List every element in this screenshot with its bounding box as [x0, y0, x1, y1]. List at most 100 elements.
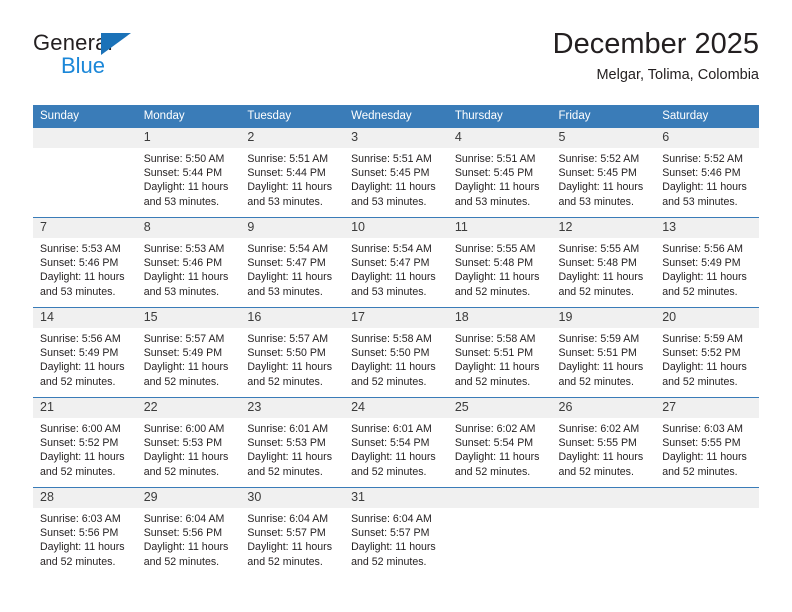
calendar-day-cell[interactable]: 6 Sunrise: 5:52 AM Sunset: 5:46 PM Daylight…: [655, 128, 759, 218]
calendar-day-cell[interactable]: 20 Sunrise: 5:59 AM Sunset: 5:52 PM Dayligh…: [655, 307, 759, 398]
daylight-text-line1: Daylight: 11 hours: [40, 541, 125, 554]
calendar-day-cell[interactable]: 18 Sunrise: 5:58 AM Sunset: 5:51 PM Dayligh…: [447, 307, 552, 398]
calendar-day-cell[interactable]: 30 Sunrise: 6:04 AM Sunset: 5:57 PM Dayligh…: [240, 487, 345, 577]
logo-triangle-icon: [101, 33, 131, 55]
sunrise-text: Sunrise: 5:54 AM: [247, 243, 329, 255]
calendar-week-row: 21 Sunrise: 6:00 AM Sunset: 5:52 PM Dayligh…: [33, 397, 759, 488]
daylight-text-line1: Daylight: 11 hours: [351, 181, 436, 194]
calendar-day-cell[interactable]: 9 Sunrise: 5:54 AM Sunset: 5:47 PM Daylight…: [240, 217, 345, 308]
day-sun-info: Sunrise: 5:52 AM Sunset: 5:45 PM Daylight:…: [552, 148, 656, 209]
day-sun-info: Sunrise: 5:54 AM Sunset: 5:47 PM Daylight:…: [344, 238, 448, 299]
daylight-text-line2: and 53 minutes.: [454, 195, 531, 208]
calendar-empty-cell: [551, 487, 656, 577]
sunset-text: Sunset: 5:50 PM: [247, 347, 326, 360]
day-sun-info: Sunrise: 6:04 AM Sunset: 5:57 PM Daylight:…: [344, 508, 448, 569]
sunset-text: Sunset: 5:48 PM: [454, 257, 534, 270]
calendar-day-cell[interactable]: 10 Sunrise: 5:54 AM Sunset: 5:47 PM Dayligh…: [344, 217, 448, 308]
daylight-text-line1: Daylight: 11 hours: [40, 361, 125, 374]
day-sun-info: Sunrise: 5:52 AM Sunset: 5:46 PM Daylight:…: [655, 148, 759, 209]
calendar-day-cell[interactable]: 28 Sunrise: 6:03 AM Sunset: 5:56 PM Dayligh…: [33, 487, 137, 577]
day-sun-info: Sunrise: 5:59 AM Sunset: 5:51 PM Daylight:…: [552, 328, 656, 389]
sunrise-text: Sunrise: 6:01 AM: [351, 423, 432, 435]
calendar-day-cell[interactable]: 7 Sunrise: 5:53 AM Sunset: 5:46 PM Daylight…: [33, 217, 137, 308]
sunrise-text: Sunrise: 5:52 AM: [558, 153, 640, 165]
weekday-header-sunday: Sunday: [33, 105, 137, 128]
daylight-text-line2: and 52 minutes.: [454, 375, 531, 388]
day-sun-info: Sunrise: 6:00 AM Sunset: 5:53 PM Daylight:…: [137, 418, 241, 479]
calendar-day-cell[interactable]: 31 Sunrise: 6:04 AM Sunset: 5:57 PM Dayligh…: [344, 487, 448, 577]
day-sun-info: Sunrise: 5:58 AM Sunset: 5:51 PM Daylight:…: [448, 328, 552, 389]
day-number: [551, 488, 656, 508]
sunset-text: Sunset: 5:55 PM: [558, 437, 637, 450]
day-number: 5: [551, 128, 656, 148]
calendar-empty-cell: [33, 128, 137, 218]
day-number: 31: [344, 488, 448, 508]
daylight-text-line1: Daylight: 11 hours: [662, 451, 747, 464]
calendar-day-cell[interactable]: 2 Sunrise: 5:51 AM Sunset: 5:44 PM Daylight…: [240, 128, 345, 218]
daylight-text-line1: Daylight: 11 hours: [454, 271, 540, 284]
day-sun-info: Sunrise: 6:01 AM Sunset: 5:53 PM Daylight:…: [240, 418, 344, 479]
sunset-text: Sunset: 5:48 PM: [558, 257, 637, 270]
sunset-text: Sunset: 5:45 PM: [558, 167, 637, 180]
sunrise-text: Sunrise: 6:02 AM: [454, 423, 536, 435]
daylight-text-line1: Daylight: 11 hours: [247, 451, 333, 464]
calendar-week-row: 1 Sunrise: 5:50 AM Sunset: 5:44 PM Daylight…: [33, 128, 759, 218]
daylight-text-line1: Daylight: 11 hours: [247, 271, 333, 284]
calendar-day-cell[interactable]: 4 Sunrise: 5:51 AM Sunset: 5:45 PM Daylight…: [447, 128, 552, 218]
calendar-day-cell[interactable]: 24 Sunrise: 6:01 AM Sunset: 5:54 PM Dayligh…: [344, 397, 448, 488]
sunrise-text: Sunrise: 5:56 AM: [40, 333, 121, 345]
daylight-text-line2: and 53 minutes.: [558, 195, 634, 208]
calendar-day-cell[interactable]: 16 Sunrise: 5:57 AM Sunset: 5:50 PM Dayligh…: [240, 307, 345, 398]
day-number: [447, 488, 552, 508]
calendar-day-cell[interactable]: 21 Sunrise: 6:00 AM Sunset: 5:52 PM Dayligh…: [33, 397, 137, 488]
calendar-day-cell[interactable]: 29 Sunrise: 6:04 AM Sunset: 5:56 PM Dayligh…: [136, 487, 241, 577]
calendar-week-row: 28 Sunrise: 6:03 AM Sunset: 5:56 PM Dayligh…: [33, 487, 759, 577]
calendar-day-cell[interactable]: 19 Sunrise: 5:59 AM Sunset: 5:51 PM Dayligh…: [551, 307, 656, 398]
calendar-day-cell[interactable]: 17 Sunrise: 5:58 AM Sunset: 5:50 PM Dayligh…: [344, 307, 448, 398]
daylight-text-line1: Daylight: 11 hours: [558, 451, 644, 464]
calendar-day-cell[interactable]: 25 Sunrise: 6:02 AM Sunset: 5:54 PM Dayligh…: [447, 397, 552, 488]
day-sun-info: Sunrise: 5:56 AM Sunset: 5:49 PM Daylight:…: [33, 328, 137, 389]
sunrise-text: Sunrise: 6:04 AM: [143, 513, 225, 525]
calendar-day-cell[interactable]: 13 Sunrise: 5:56 AM Sunset: 5:49 PM Dayligh…: [655, 217, 759, 308]
sunset-text: Sunset: 5:49 PM: [143, 347, 223, 360]
daylight-text-line1: Daylight: 11 hours: [143, 361, 229, 374]
calendar-day-cell[interactable]: 1 Sunrise: 5:50 AM Sunset: 5:44 PM Daylight…: [136, 128, 241, 218]
day-number: 20: [655, 308, 759, 328]
daylight-text-line1: Daylight: 11 hours: [662, 361, 747, 374]
calendar-day-cell[interactable]: 11 Sunrise: 5:55 AM Sunset: 5:48 PM Dayligh…: [447, 217, 552, 308]
day-sun-info: Sunrise: 5:59 AM Sunset: 5:52 PM Daylight:…: [655, 328, 759, 389]
calendar-day-cell[interactable]: 15 Sunrise: 5:57 AM Sunset: 5:49 PM Dayligh…: [136, 307, 241, 398]
calendar-day-cell[interactable]: 3 Sunrise: 5:51 AM Sunset: 5:45 PM Daylight…: [344, 128, 448, 218]
calendar-day-cell[interactable]: 23 Sunrise: 6:01 AM Sunset: 5:53 PM Dayligh…: [240, 397, 345, 488]
sunset-text: Sunset: 5:55 PM: [662, 437, 741, 450]
calendar-day-cell[interactable]: 14 Sunrise: 5:56 AM Sunset: 5:49 PM Dayligh…: [33, 307, 137, 398]
sunrise-text: Sunrise: 5:53 AM: [143, 243, 225, 255]
calendar-day-cell[interactable]: 26 Sunrise: 6:02 AM Sunset: 5:55 PM Dayligh…: [551, 397, 656, 488]
day-number: 4: [447, 128, 552, 148]
calendar-day-cell[interactable]: 8 Sunrise: 5:53 AM Sunset: 5:46 PM Daylight…: [136, 217, 241, 308]
sunrise-text: Sunrise: 6:00 AM: [143, 423, 225, 435]
logo-text-blue: Blue: [61, 53, 106, 78]
day-sun-info: Sunrise: 5:55 AM Sunset: 5:48 PM Daylight:…: [448, 238, 552, 299]
weekday-header-friday: Friday: [551, 105, 656, 128]
day-sun-info: Sunrise: 5:51 AM Sunset: 5:45 PM Daylight:…: [448, 148, 552, 209]
day-number: 23: [240, 398, 345, 418]
daylight-text-line1: Daylight: 11 hours: [247, 181, 333, 194]
calendar-day-cell[interactable]: 22 Sunrise: 6:00 AM Sunset: 5:53 PM Dayligh…: [136, 397, 241, 488]
calendar-empty-cell: [655, 487, 759, 577]
calendar-day-cell[interactable]: 12 Sunrise: 5:55 AM Sunset: 5:48 PM Dayligh…: [551, 217, 656, 308]
day-number: 21: [33, 398, 137, 418]
day-number: 7: [33, 218, 137, 238]
daylight-text-line2: and 52 minutes.: [558, 465, 634, 478]
daylight-text-line1: Daylight: 11 hours: [454, 181, 540, 194]
daylight-text-line1: Daylight: 11 hours: [143, 451, 229, 464]
day-sun-info: Sunrise: 5:50 AM Sunset: 5:44 PM Daylight:…: [137, 148, 241, 209]
sunset-text: Sunset: 5:45 PM: [454, 167, 534, 180]
sunset-text: Sunset: 5:49 PM: [40, 347, 119, 360]
day-number: 13: [655, 218, 759, 238]
calendar-day-cell[interactable]: 27 Sunrise: 6:03 AM Sunset: 5:55 PM Dayligh…: [655, 397, 759, 488]
day-number: 25: [447, 398, 552, 418]
calendar-day-cell[interactable]: 5 Sunrise: 5:52 AM Sunset: 5:45 PM Daylight…: [551, 128, 656, 218]
sunset-text: Sunset: 5:46 PM: [40, 257, 119, 270]
